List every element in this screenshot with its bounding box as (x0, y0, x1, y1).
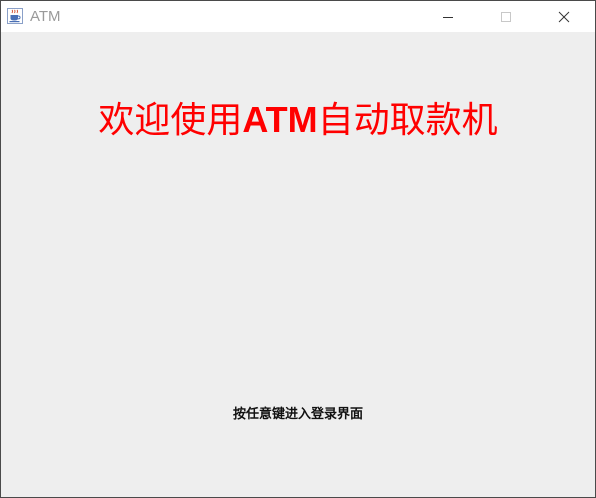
press-any-key-hint: 按任意键进入登录界面 (232, 407, 363, 422)
window-title: ATM (30, 8, 61, 25)
minimize-icon (443, 16, 453, 18)
welcome-brand: ATM (242, 99, 318, 140)
close-icon (558, 11, 570, 22)
java-coffee-cup-icon (7, 8, 23, 24)
title-bar[interactable]: ATM (1, 1, 595, 32)
content-panel[interactable]: 欢迎使用ATM自动取款机 按任意键进入登录界面 (1, 32, 595, 497)
welcome-suffix: 自动取款机 (317, 100, 498, 141)
welcome-prefix: 欢迎使用 (98, 100, 243, 141)
welcome-heading: 欢迎使用ATM自动取款机 (1, 98, 595, 143)
close-button[interactable] (541, 1, 587, 32)
atm-window: ATM 欢迎使用ATM自动取款机 按任意键进入登录界面 (0, 0, 596, 498)
maximize-icon (501, 11, 511, 22)
minimize-button[interactable] (425, 1, 471, 32)
maximize-button[interactable] (483, 1, 529, 32)
